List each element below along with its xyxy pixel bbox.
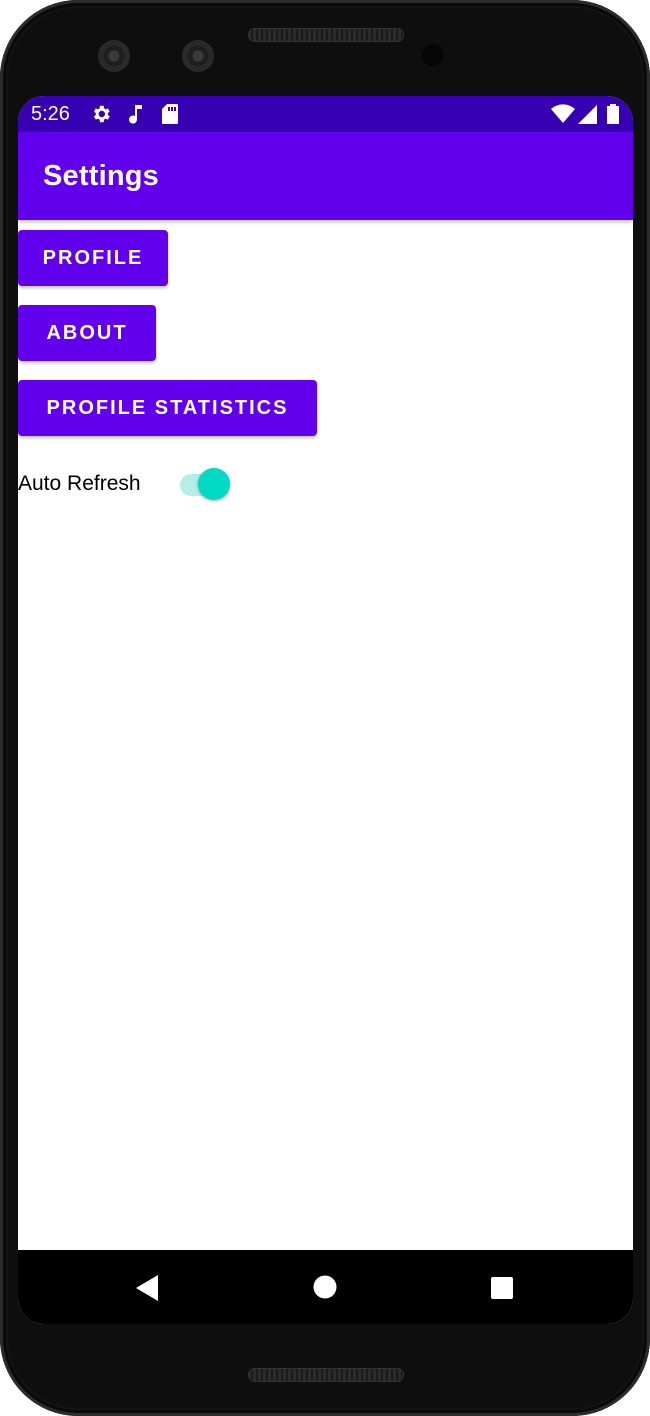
page-title: Settings <box>43 160 159 192</box>
status-time: 5:26 <box>31 103 70 125</box>
signal-icon <box>576 103 598 130</box>
wifi-icon <box>551 103 575 130</box>
profile-button[interactable]: PROFILE <box>18 230 168 286</box>
front-camera-secondary <box>182 40 214 72</box>
front-camera <box>98 40 130 72</box>
bottom-speaker <box>248 1368 404 1382</box>
about-button[interactable]: ABOUT <box>18 305 156 361</box>
music-note-icon <box>126 103 146 130</box>
earpiece-speaker <box>248 28 404 42</box>
profile-statistics-button[interactable]: PROFILE STATISTICS <box>18 380 317 436</box>
home-icon[interactable] <box>313 1275 337 1304</box>
switch-thumb <box>198 468 230 500</box>
auto-refresh-label: Auto Refresh <box>18 472 141 495</box>
sd-card-icon <box>161 103 179 130</box>
auto-refresh-switch[interactable] <box>180 468 232 500</box>
recents-icon[interactable] <box>490 1276 514 1305</box>
battery-icon <box>606 103 620 130</box>
screen: 5:26 Settings PROFILE ABOUT PROFILE STAT… <box>18 96 633 1324</box>
status-bar: 5:26 <box>18 96 633 132</box>
app-bar: Settings <box>18 132 633 220</box>
proximity-sensor <box>422 44 444 66</box>
back-icon[interactable] <box>134 1274 160 1307</box>
gear-icon <box>90 103 112 130</box>
navigation-bar <box>18 1250 633 1324</box>
auto-refresh-row: Auto Refresh <box>18 460 318 510</box>
